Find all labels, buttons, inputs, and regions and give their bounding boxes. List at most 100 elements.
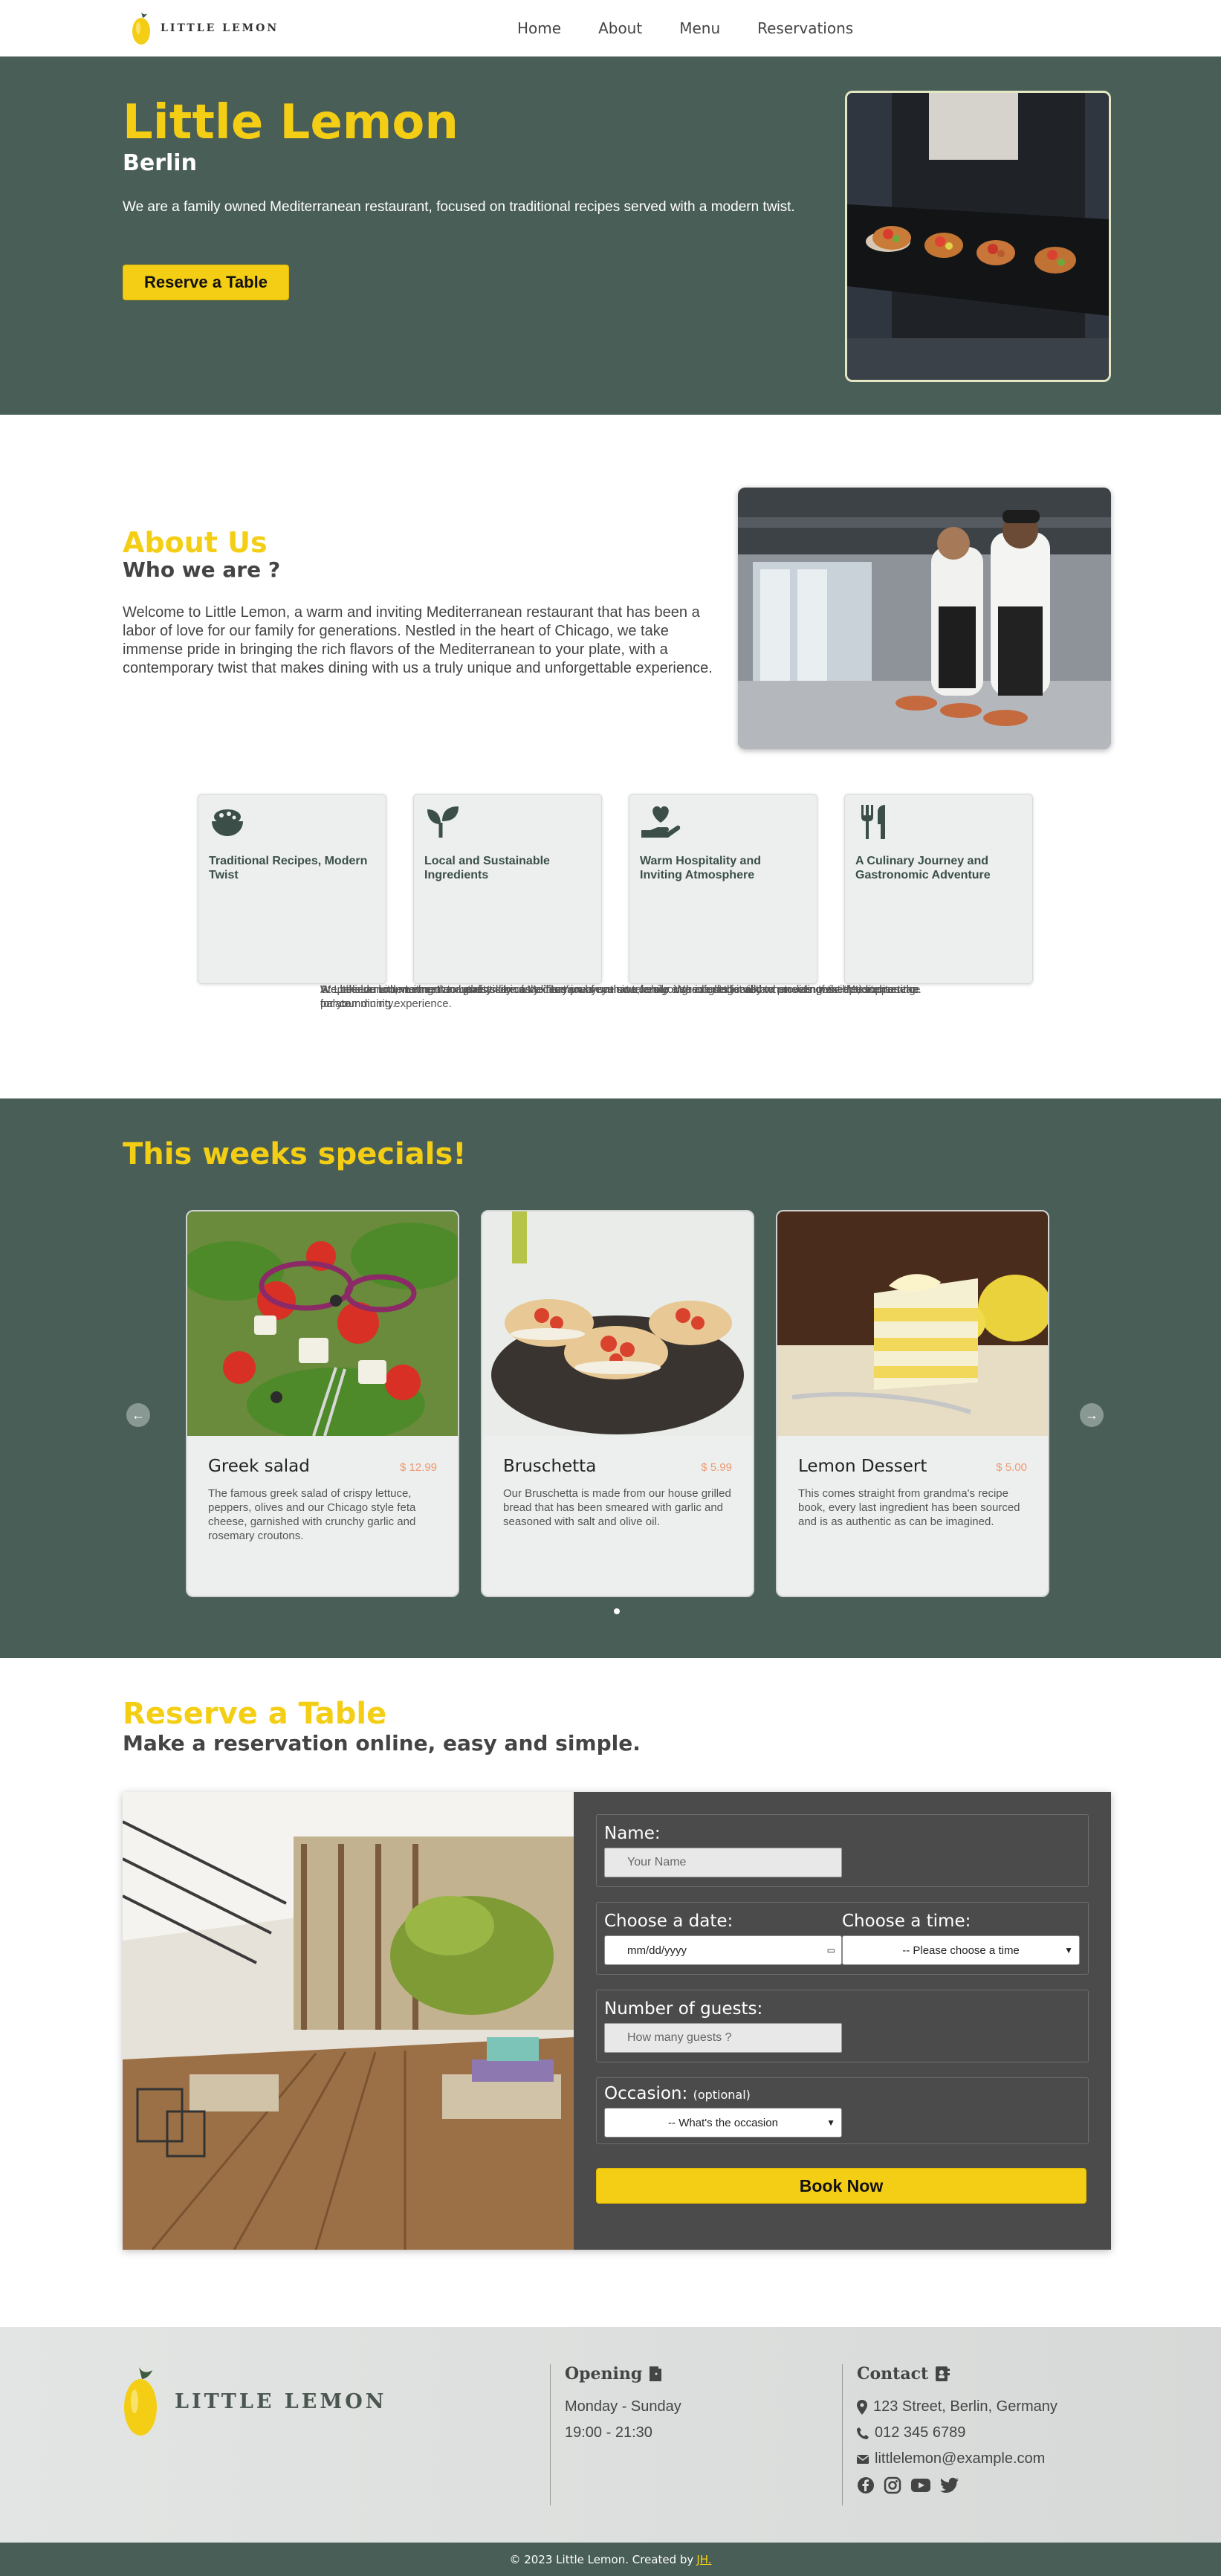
contact-title: Contact (857, 2364, 1058, 2384)
youtube-icon[interactable] (910, 2476, 931, 2494)
occasion-label: Occasion: (optional) (604, 2084, 1081, 2103)
occasion-label-text: Occasion: (604, 2084, 688, 2103)
footer: LITTLE LEMON Opening Monday - Sunday 19:… (0, 2327, 1221, 2543)
nav-about[interactable]: About (598, 19, 642, 37)
hero-section: Little Lemon Berlin We are a family owne… (0, 56, 1221, 415)
facebook-icon[interactable] (857, 2476, 875, 2494)
nav-menu[interactable]: Menu (679, 19, 720, 37)
special-name: Greek salad (208, 1457, 310, 1476)
reservation-form: Name: Your Name Choose a date: mm/dd/yyy… (574, 1792, 1111, 2250)
special-price: $ 5.99 (701, 1461, 732, 1474)
feature-card: Local and Sustainable Ingredients We tak… (320, 794, 916, 1010)
time-value: -- Please choose a time (902, 1944, 1020, 1957)
nav-links: Home About Menu Reservations (517, 0, 853, 56)
phone-icon (857, 2427, 869, 2439)
book-now-button[interactable]: Book Now (596, 2168, 1086, 2204)
instagram-icon[interactable] (884, 2476, 901, 2494)
contact-phone: 012 345 6789 (857, 2420, 1058, 2446)
seedling-icon (424, 803, 591, 845)
envelope-icon (857, 2454, 869, 2464)
feature-title: A Culinary Journey and Gastronomic Adven… (855, 855, 991, 881)
restaurant-interior-image (123, 1792, 574, 2250)
reserve-table-button[interactable]: Reserve a Table (123, 265, 289, 300)
time-label: Choose a time: (842, 1912, 971, 1931)
hero-subtitle: Berlin (123, 150, 197, 176)
guests-input[interactable]: How many guests ? (604, 2023, 842, 2053)
date-input[interactable]: mm/dd/yyyy ▭ (604, 1935, 842, 1965)
about-subtitle: Who we are ? (123, 557, 281, 582)
hand-heart-icon (640, 803, 806, 845)
feature-title: Warm Hospitality and Inviting Atmosphere (640, 855, 761, 881)
feature-card: Traditional Recipes, Modern Twist We bel… (198, 794, 919, 1010)
brand-name: LITTLE LEMON (161, 22, 279, 34)
occasion-select[interactable]: -- What's the occasion ▼ (604, 2108, 842, 2138)
optional-tag: (optional) (693, 2088, 751, 2102)
bowl-icon (209, 803, 375, 845)
special-card[interactable]: Lemon Dessert $ 5.00 This comes straight… (776, 1210, 1049, 1597)
opening-title: Opening (565, 2364, 681, 2384)
phone-text[interactable]: 012 345 6789 (875, 2420, 965, 2446)
top-nav: LITTLE LEMON Home About Menu Reservation… (0, 0, 1221, 56)
guests-label: Number of guests: (604, 1999, 763, 2019)
opening-title-text: Opening (565, 2364, 643, 2384)
opening-column: Opening Monday - Sunday 19:00 - 21:30 (565, 2364, 681, 2446)
chevron-down-icon: ▼ (826, 2117, 835, 2128)
footer-brand-name: LITTLE LEMON (175, 2389, 387, 2413)
opening-days: Monday - Sunday (565, 2398, 681, 2415)
name-label: Name: (604, 1824, 661, 1843)
specials-title: This weeks specials! (123, 1137, 467, 1171)
hero-description: We are a family owned Mediterranean rest… (123, 199, 795, 215)
occasion-group: Occasion: (optional) -- What's the occas… (596, 2077, 1089, 2144)
nav-reservations[interactable]: Reservations (757, 19, 853, 37)
contact-email: littlelemon@example.com (857, 2446, 1058, 2472)
contact-address: 123 Street, Berlin, Germany (857, 2394, 1058, 2420)
utensils-icon (855, 803, 1022, 845)
about-section: About Us Who we are ? Welcome to Little … (0, 415, 1221, 1098)
special-name: Lemon Dessert (798, 1457, 927, 1476)
contact-column: Contact 123 Street, Berlin, Germany 012 … (857, 2364, 1058, 2494)
reserve-title: Reserve a Table (123, 1697, 387, 1731)
hero-image (845, 91, 1111, 382)
guests-group: Number of guests: How many guests ? (596, 1990, 1089, 2062)
email-text[interactable]: littlelemon@example.com (875, 2446, 1045, 2472)
carousel-dot[interactable] (614, 1608, 620, 1614)
specials-section: This weeks specials! ← → Greek salad $ 1… (0, 1098, 1221, 1658)
special-card[interactable]: Bruschetta $ 5.99 Our Bruschetta is made… (481, 1210, 754, 1597)
twitter-icon[interactable] (940, 2476, 959, 2494)
reserve-subtitle: Make a reservation online, easy and simp… (123, 1731, 641, 1755)
reserve-section: Reserve a Table Make a reservation onlin… (0, 1658, 1221, 2327)
date-time-group: Choose a date: mm/dd/yyyy ▭ Choose a tim… (596, 1902, 1089, 1975)
about-title: About Us (123, 526, 268, 559)
special-card[interactable]: Greek salad $ 12.99 The famous greek sal… (186, 1210, 459, 1597)
name-input[interactable]: Your Name (604, 1848, 842, 1877)
contact-title-text: Contact (857, 2364, 929, 2384)
chefs-image (738, 488, 1111, 749)
nav-home[interactable]: Home (517, 19, 561, 37)
brand-logo[interactable]: LITTLE LEMON (131, 10, 279, 46)
about-text: Welcome to Little Lemon, a warm and invi… (123, 604, 713, 676)
special-name: Bruschetta (503, 1457, 597, 1476)
name-group: Name: Your Name (596, 1814, 1089, 1887)
feature-title: Traditional Recipes, Modern Twist (209, 855, 368, 881)
carousel-next-button[interactable]: → (1080, 1403, 1104, 1427)
feature-card: Warm Hospitality and Inviting Atmosphere… (320, 794, 920, 1010)
hero-title: Little Lemon (123, 95, 459, 150)
chevron-down-icon: ▼ (1064, 1945, 1073, 1955)
special-description: This comes straight from grandma's recip… (798, 1487, 1020, 1528)
footer-divider (842, 2364, 843, 2505)
door-icon (650, 2366, 662, 2381)
lemon-dessert-image (777, 1211, 1048, 1436)
copyright-bar: © 2023 Little Lemon. Created by JH. (0, 2543, 1221, 2576)
footer-logo[interactable]: LITTLE LEMON (123, 2364, 386, 2439)
specials-carousel: Greek salad $ 12.99 The famous greek sal… (186, 1210, 1049, 1597)
carousel-prev-button[interactable]: ← (126, 1403, 150, 1427)
copyright-text: © 2023 Little Lemon. Created by (509, 2552, 694, 2566)
calendar-icon: ▭ (826, 1945, 835, 1955)
date-label: Choose a date: (604, 1912, 733, 1931)
time-select[interactable]: -- Please choose a time ▼ (842, 1935, 1080, 1965)
author-link[interactable]: JH. (696, 2553, 711, 2566)
lemon-logo-icon (132, 12, 150, 45)
lemon-logo-icon (124, 2367, 157, 2436)
special-price: $ 12.99 (399, 1461, 437, 1474)
special-price: $ 5.00 (996, 1461, 1027, 1474)
